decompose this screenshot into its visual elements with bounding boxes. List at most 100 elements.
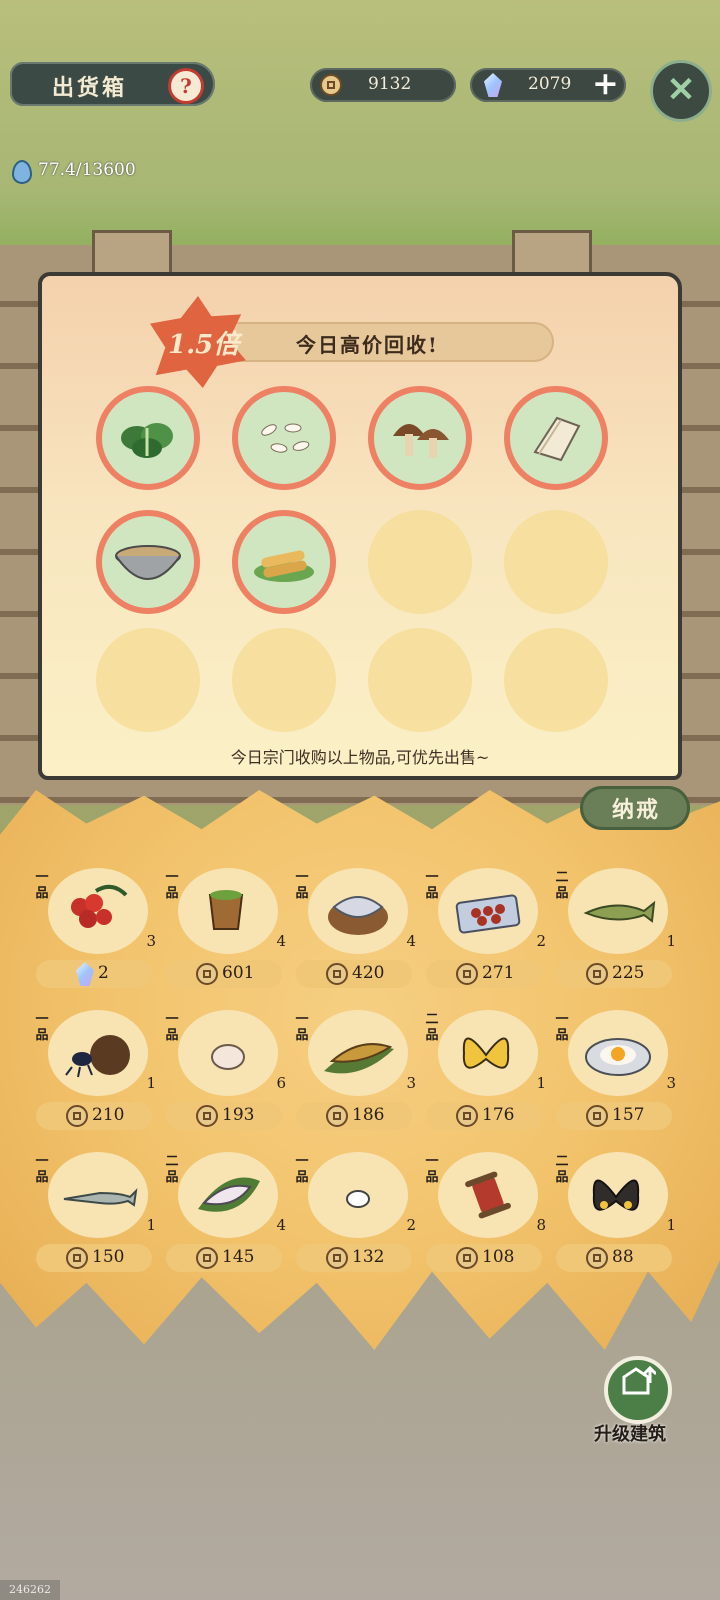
gar-fish-icon (63, 1188, 138, 1207)
coin-amount: 9132 (368, 74, 412, 94)
dark-butterfly-icon (592, 1179, 640, 1211)
coin-icon (196, 1247, 218, 1269)
bag-item[interactable]: 一品 4 420 (294, 868, 416, 998)
spring-roll-icon (254, 550, 314, 582)
bag-item[interactable]: 一品 4 601 (164, 868, 286, 998)
item-quantity: 3 (406, 1074, 416, 1092)
item-grade: 一品 (35, 870, 49, 901)
bag-item[interactable]: 二品 1 225 (554, 868, 676, 998)
bag-item[interactable]: 一品 1 150 (34, 1152, 156, 1282)
tea-cup-icon (208, 890, 244, 930)
mushroom-icon (393, 424, 449, 458)
item-icon-wrap (186, 872, 272, 948)
item-price: 2 (98, 963, 109, 983)
upgrade-building-label: 升级建筑 (594, 1424, 666, 1445)
bag-item[interactable]: 二品 1 88 (554, 1152, 676, 1282)
high-price-slot-tofu-skin[interactable] (504, 386, 608, 490)
coin-icon (326, 963, 348, 985)
item-quantity: 2 (536, 932, 546, 950)
corner-id-tag: 246262 (0, 1580, 60, 1600)
coin-icon (586, 1105, 608, 1127)
item-price: 601 (222, 963, 255, 983)
bag-item[interactable]: 一品 3 186 (294, 1010, 416, 1140)
thread-spool-icon (465, 1171, 511, 1219)
item-price: 157 (612, 1105, 645, 1125)
high-price-slot-mushroom[interactable] (368, 386, 472, 490)
item-quantity: 3 (666, 1074, 676, 1092)
item-grade: 一品 (425, 870, 439, 901)
item-quantity: 1 (146, 1216, 156, 1234)
item-price: 420 (352, 963, 385, 983)
bag-item[interactable]: 二品 4 145 (164, 1152, 286, 1282)
coin-icon (326, 1105, 348, 1127)
upgrade-building-button[interactable] (604, 1356, 672, 1424)
item-grade: 一品 (35, 1012, 49, 1043)
item-price-tag: 193 (166, 1102, 282, 1130)
item-price: 176 (482, 1105, 515, 1125)
empty-slot (504, 628, 608, 732)
add-gems-button[interactable]: + (592, 64, 619, 102)
item-price: 150 (92, 1247, 125, 1267)
bag-item[interactable]: 一品 2 132 (294, 1152, 416, 1282)
berries-icon (71, 884, 128, 928)
item-quantity: 3 (146, 932, 156, 950)
coin-icon (326, 1247, 348, 1269)
item-price-tag: 601 (166, 960, 282, 988)
coin-icon (586, 963, 608, 985)
high-price-slot-bok-choy[interactable] (96, 386, 200, 490)
empty-slot (368, 510, 472, 614)
bag-tab-label: 纳戒 (612, 797, 661, 823)
high-price-slot-spring-roll[interactable] (232, 510, 336, 614)
item-grade: 二品 (165, 1154, 179, 1185)
coin-icon (196, 1105, 218, 1127)
bag-item[interactable]: 一品 6 193 (164, 1010, 286, 1140)
item-icon-wrap (316, 1156, 402, 1232)
item-price-tag: 210 (36, 1102, 152, 1130)
item-price-tag: 2 (36, 960, 152, 988)
item-price: 225 (612, 963, 645, 983)
item-price: 271 (482, 963, 515, 983)
item-price-tag: 150 (36, 1244, 152, 1272)
high-price-slot-soup[interactable] (96, 510, 200, 614)
item-grade: 一品 (35, 1154, 49, 1185)
bag-item[interactable]: 一品 2 271 (424, 868, 546, 998)
item-icon-wrap (576, 1014, 662, 1090)
bag-item[interactable]: 一品 8 108 (424, 1152, 546, 1282)
high-price-slot-rice[interactable] (232, 386, 336, 490)
soup-bowl-icon (115, 545, 181, 580)
item-price: 210 (92, 1105, 125, 1125)
item-icon-wrap (186, 1156, 272, 1232)
grilled-fish-leaf-icon (324, 1043, 394, 1074)
bag-item[interactable]: 一品 1 210 (34, 1010, 156, 1140)
egg-icon (211, 1044, 245, 1070)
item-price: 88 (612, 1247, 634, 1267)
item-price-tag: 225 (556, 960, 672, 988)
item-icon-wrap (56, 872, 142, 948)
bag-item[interactable]: 一品 3 2 (34, 868, 156, 998)
item-quantity: 1 (666, 1216, 676, 1234)
water-counter: 77.4/13600 (38, 160, 136, 180)
item-quantity: 4 (276, 1216, 286, 1234)
item-price-tag: 186 (296, 1102, 412, 1130)
multiplier-text: 1.5倍 (168, 330, 240, 360)
item-grade: 一品 (425, 1154, 439, 1185)
bag-item[interactable]: 一品 3 157 (554, 1010, 676, 1140)
item-price-tag: 108 (426, 1244, 542, 1272)
help-icon[interactable]: ? (168, 68, 204, 104)
item-grade: 一品 (295, 1154, 309, 1185)
item-icon-wrap (446, 1156, 532, 1232)
item-quantity: 4 (276, 932, 286, 950)
item-price: 193 (222, 1105, 255, 1125)
item-price-tag: 176 (426, 1102, 542, 1130)
item-quantity: 4 (406, 932, 416, 950)
item-grade: 一品 (555, 1012, 569, 1043)
item-quantity: 2 (406, 1216, 416, 1234)
coin-icon (586, 1247, 608, 1269)
bag-item[interactable]: 二品 1 176 (424, 1010, 546, 1140)
item-icon-wrap (56, 1014, 142, 1090)
item-price-tag: 157 (556, 1102, 672, 1130)
close-button[interactable]: ✕ (650, 60, 712, 122)
item-price-tag: 420 (296, 960, 412, 988)
item-price-tag: 271 (426, 960, 542, 988)
banner-text: 今日高价回收! (296, 333, 439, 357)
